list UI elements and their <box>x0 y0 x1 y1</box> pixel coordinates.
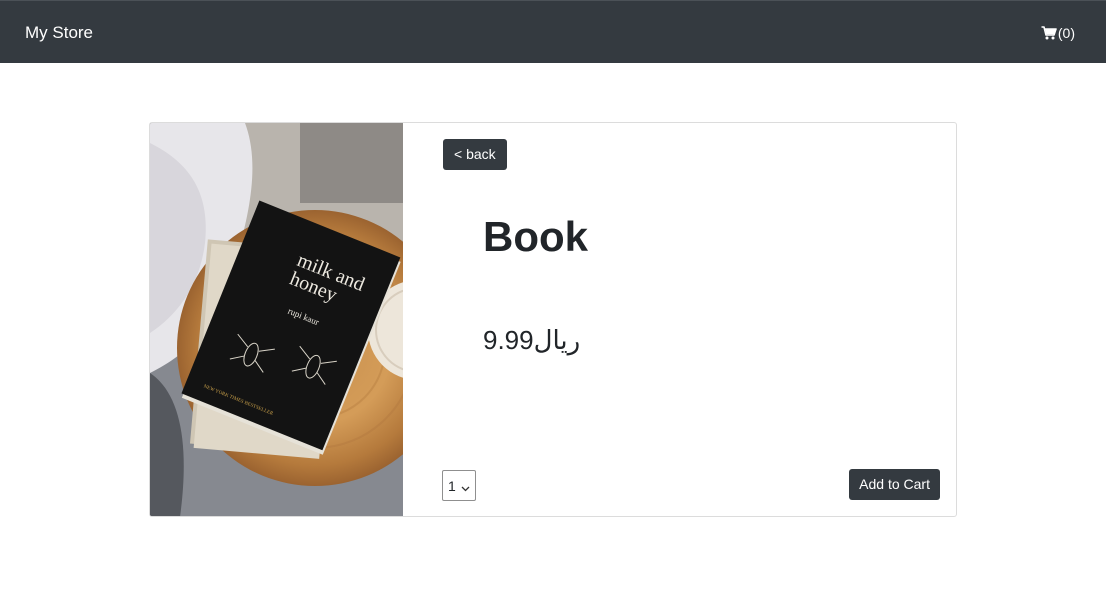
add-to-cart-button[interactable]: Add to Cart <box>849 469 940 500</box>
cart-link[interactable]: (0) <box>1041 23 1075 43</box>
product-name: Book <box>483 213 588 260</box>
back-button[interactable]: < back <box>443 139 507 170</box>
quantity-select[interactable]: 1 <box>442 470 476 501</box>
product-price: 9.99ريال <box>483 325 581 355</box>
product-card: milk and honey rupi kaur NEW YORK TIMES … <box>149 122 957 517</box>
cart-count: (0) <box>1057 25 1075 41</box>
shopping-cart-icon <box>1041 26 1057 40</box>
quantity-value: 1 <box>448 477 456 494</box>
chevron-down-icon <box>461 480 470 496</box>
product-image: milk and honey rupi kaur NEW YORK TIMES … <box>150 123 403 516</box>
top-navbar: My Store (0) <box>0 0 1106 63</box>
store-brand-link[interactable]: My Store <box>25 22 93 44</box>
